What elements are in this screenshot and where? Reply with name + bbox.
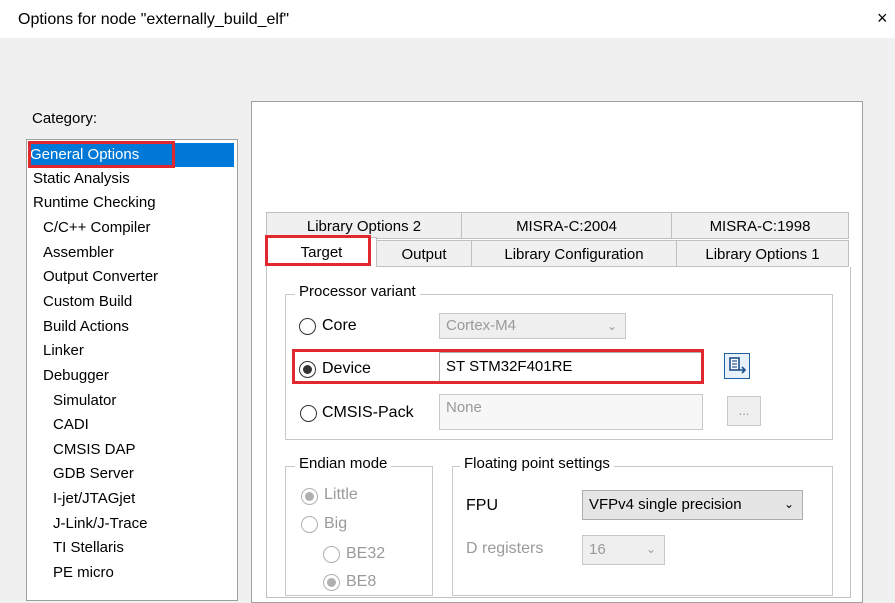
window-title: Options for node "externally_build_elf" (18, 11, 290, 28)
cmsis-pack-radio[interactable] (300, 405, 317, 422)
device-radio[interactable] (299, 361, 316, 378)
tab-library-options-1[interactable]: Library Options 1 (676, 240, 849, 267)
category-item-pe-micro[interactable]: PE micro (53, 561, 114, 585)
be8-label: BE8 (346, 573, 377, 590)
chevron-down-icon: ⌄ (783, 497, 794, 511)
category-item-jlink[interactable]: J-Link/J-Trace (53, 512, 147, 536)
little-radio[interactable] (301, 488, 318, 505)
be32-radio[interactable] (323, 546, 340, 563)
be8-radio[interactable] (323, 574, 340, 591)
core-label: Core (322, 317, 357, 334)
tab-target[interactable]: Target (266, 237, 377, 268)
d-registers-label: D registers (466, 540, 544, 557)
category-item-static-analysis[interactable]: Static Analysis (33, 167, 130, 191)
big-radio[interactable] (301, 516, 318, 533)
device-select-icon[interactable] (724, 353, 750, 379)
category-item-ti-stellaris[interactable]: TI Stellaris (53, 536, 124, 560)
chevron-down-icon: ⌄ (645, 542, 656, 556)
category-item-runtime-checking[interactable]: Runtime Checking (33, 191, 156, 215)
fpu-select[interactable]: VFPv4 single precision ⌄ (582, 490, 803, 520)
category-item-cmsis-dap[interactable]: CMSIS DAP (53, 438, 136, 462)
device-field[interactable]: ST STM32F401RE (439, 352, 703, 382)
category-item-gdb-server[interactable]: GDB Server (53, 462, 134, 486)
category-item-assembler[interactable]: Assembler (43, 241, 114, 265)
device-label: Device (322, 360, 371, 377)
category-label: Category: (32, 110, 98, 127)
category-item-build-actions[interactable]: Build Actions (43, 315, 129, 339)
tab-misra-2004[interactable]: MISRA-C:2004 (461, 212, 672, 239)
d-registers-select[interactable]: 16 ⌄ (582, 535, 665, 565)
tab-library-configuration[interactable]: Library Configuration (471, 240, 677, 267)
tab-library-options-2[interactable]: Library Options 2 (266, 212, 462, 239)
category-item-debugger[interactable]: Debugger (43, 364, 109, 388)
little-label: Little (324, 486, 358, 503)
tab-misra-1998[interactable]: MISRA-C:1998 (671, 212, 849, 239)
core-radio[interactable] (299, 318, 316, 335)
category-item-c-compiler[interactable]: C/C++ Compiler (43, 216, 151, 240)
category-item-ijet[interactable]: I-jet/JTAGjet (53, 487, 135, 511)
d-registers-value: 16 (589, 541, 606, 558)
close-icon[interactable]: × (877, 8, 888, 29)
core-select[interactable]: Cortex-M4 ⌄ (439, 313, 626, 339)
floating-point-group (452, 466, 833, 596)
chevron-down-icon: ⌄ (606, 319, 617, 333)
category-item-output-converter[interactable]: Output Converter (43, 265, 158, 289)
floating-point-legend: Floating point settings (460, 455, 614, 472)
category-list[interactable]: General Options Static Analysis Runtime … (26, 139, 238, 601)
fpu-select-value: VFPv4 single precision (589, 496, 742, 513)
fpu-label: FPU (466, 497, 498, 514)
processor-variant-legend: Processor variant (295, 283, 420, 300)
core-select-value: Cortex-M4 (446, 317, 517, 334)
cmsis-pack-label: CMSIS-Pack (322, 404, 414, 421)
endian-mode-legend: Endian mode (295, 455, 392, 472)
category-item-simulator[interactable]: Simulator (53, 389, 116, 413)
category-item-general-options[interactable]: General Options (30, 143, 234, 167)
title-bar: Options for node "externally_build_elf" … (0, 0, 895, 38)
category-item-cadi[interactable]: CADI (53, 413, 89, 437)
cmsis-pack-field[interactable]: None (439, 394, 703, 430)
category-item-custom-build[interactable]: Custom Build (43, 290, 132, 314)
category-item-linker[interactable]: Linker (43, 339, 84, 363)
be32-label: BE32 (346, 545, 386, 562)
big-label: Big (324, 515, 348, 532)
cmsis-browse-button[interactable]: ... (727, 396, 761, 426)
tab-output[interactable]: Output (376, 240, 472, 267)
